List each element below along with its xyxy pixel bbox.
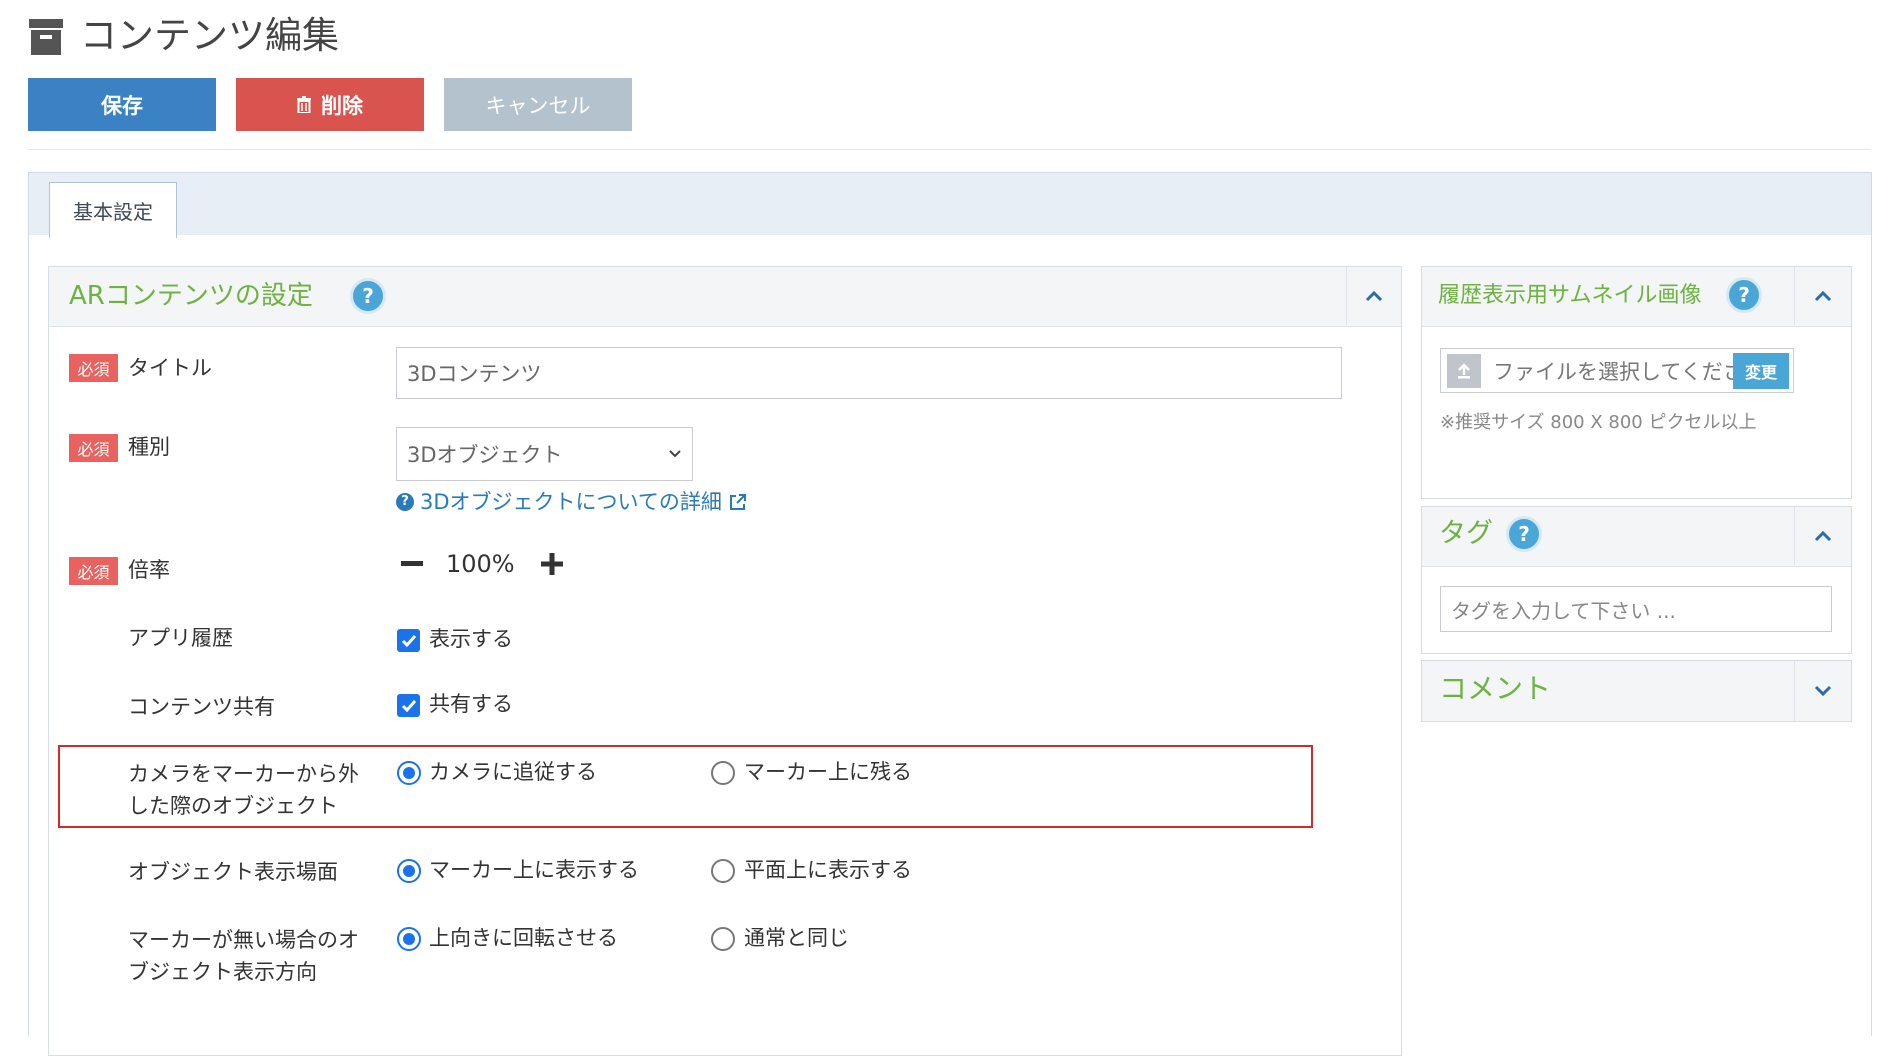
camera-follow-option: カメラに追従する: [429, 760, 597, 784]
trash-icon: [297, 96, 311, 113]
scale-decrease-button[interactable]: [401, 551, 423, 577]
display-on-plane-option: 平面上に表示する: [744, 858, 912, 882]
type-select[interactable]: 3Dオブジェクト: [396, 427, 693, 481]
check-icon: [401, 635, 416, 647]
same-as-normal-option: 通常と同じ: [744, 926, 849, 950]
app-history-label: アプリ履歴: [128, 626, 233, 650]
content-share-checkbox[interactable]: [397, 694, 420, 717]
ar-settings-title: ARコンテンツの設定: [69, 281, 313, 311]
content-share-label: コンテンツ共有: [128, 695, 275, 719]
header-divider: [28, 149, 1870, 150]
type-select-value: 3Dオブジェクト: [407, 443, 563, 467]
stay-on-marker-radio[interactable]: [711, 761, 735, 785]
camera-off-marker-label-line2: した際のオブジェクト: [128, 794, 338, 818]
external-link-icon: [729, 494, 746, 510]
camera-follow-radio[interactable]: [397, 761, 421, 785]
tag-input[interactable]: タグを入力して下さい ...: [1440, 586, 1832, 632]
question-circle-icon: ?: [396, 493, 414, 511]
thumbnail-collapse-button[interactable]: [1794, 267, 1851, 325]
delete-button[interactable]: 削除: [236, 78, 424, 131]
camera-off-marker-label-line1: カメラをマーカーから外: [128, 762, 359, 786]
same-as-normal-radio[interactable]: [711, 927, 735, 951]
type-label: 種別: [128, 435, 170, 459]
tab-bar: [28, 172, 1872, 236]
ar-settings-collapse-button[interactable]: [1346, 267, 1401, 325]
file-upload-field[interactable]: ファイルを選択してくださ 変更: [1440, 348, 1794, 393]
cancel-label: キャンセル: [485, 93, 591, 118]
type-detail-link-text: 3Dオブジェクトについての詳細: [420, 490, 722, 514]
file-upload-placeholder: ファイルを選択してくださ: [1493, 359, 1733, 384]
chevron-down-icon: [669, 450, 681, 458]
thumbnail-help-icon[interactable]: ?: [1726, 277, 1762, 313]
comment-title: コメント: [1439, 672, 1552, 705]
required-badge: 必須: [69, 354, 118, 382]
minus-icon: [401, 561, 423, 566]
check-icon: [401, 700, 416, 712]
chevron-up-icon: [1814, 290, 1832, 302]
thumbnail-hint: ※推奨サイズ 800 X 800 ピクセル以上: [1440, 412, 1757, 433]
rotate-up-radio[interactable]: [397, 927, 421, 951]
display-on-marker-radio[interactable]: [397, 859, 421, 883]
display-surface-label: オブジェクト表示場面: [128, 860, 338, 884]
archive-icon: [29, 19, 63, 55]
rotate-up-option: 上向きに回転させる: [429, 926, 618, 950]
display-on-marker-option: マーカー上に表示する: [429, 858, 639, 882]
required-badge: 必須: [69, 434, 118, 462]
comment-expand-button[interactable]: [1794, 661, 1851, 721]
content-share-option: 共有する: [429, 692, 513, 716]
scale-increase-button[interactable]: [541, 551, 563, 577]
title-label: タイトル: [128, 356, 212, 380]
no-marker-direction-label-line2: ブジェクト表示方向: [128, 960, 317, 984]
chevron-up-icon: [1365, 290, 1383, 302]
save-label: 保存: [101, 93, 143, 118]
change-file-button[interactable]: 変更: [1733, 352, 1789, 389]
chevron-up-icon: [1814, 530, 1832, 542]
save-button[interactable]: 保存: [28, 78, 216, 131]
cancel-button[interactable]: キャンセル: [444, 78, 632, 131]
type-detail-link[interactable]: ? 3Dオブジェクトについての詳細: [396, 486, 748, 518]
tag-collapse-button[interactable]: [1794, 507, 1851, 565]
no-marker-direction-label-line1: マーカーが無い場合のオ: [128, 928, 359, 952]
chevron-down-icon: [1814, 685, 1832, 697]
plus-icon: [541, 553, 563, 575]
scale-value: 100%: [446, 550, 515, 578]
title-input[interactable]: 3Dコンテンツ: [396, 347, 1342, 399]
display-on-plane-radio[interactable]: [711, 859, 735, 883]
stay-on-marker-option: マーカー上に残る: [744, 760, 912, 784]
tag-title: タグ: [1439, 518, 1493, 549]
scale-label: 倍率: [128, 558, 170, 582]
app-history-option: 表示する: [429, 627, 513, 651]
app-history-checkbox[interactable]: [397, 629, 420, 652]
delete-label: 削除: [321, 93, 363, 118]
page-title: コンテンツ編集: [80, 14, 339, 57]
tag-help-icon[interactable]: ?: [1506, 516, 1542, 552]
required-badge: 必須: [69, 557, 118, 585]
ar-settings-help-icon[interactable]: ?: [350, 278, 386, 314]
upload-icon: [1447, 353, 1481, 388]
tab-basic-settings[interactable]: 基本設定: [49, 182, 177, 238]
thumbnail-title: 履歴表示用サムネイル画像: [1438, 283, 1702, 308]
